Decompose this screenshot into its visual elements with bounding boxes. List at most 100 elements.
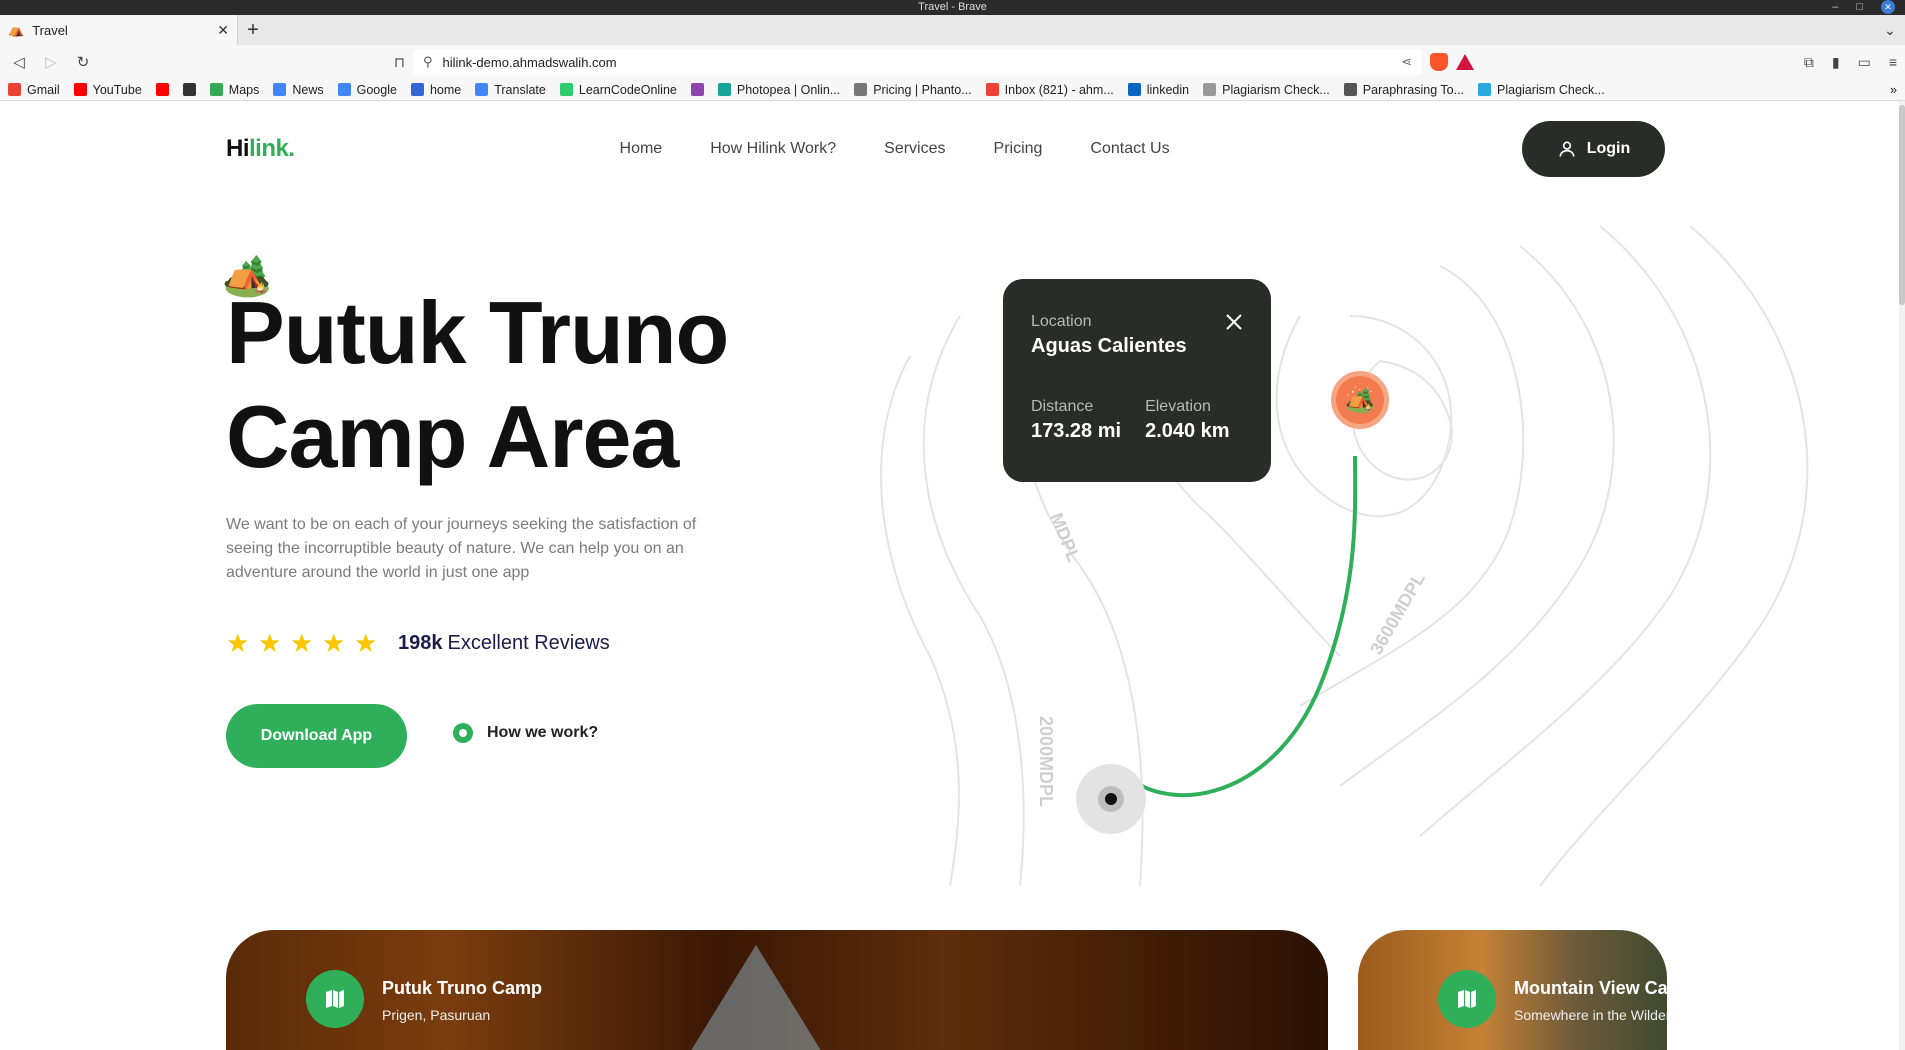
card-subtitle: Prigen, Pasuruan — [382, 1007, 491, 1023]
reload-icon[interactable]: ↻ — [72, 51, 94, 73]
bookmark-label: Inbox (821) - ahm... — [1004, 82, 1114, 97]
site-settings-icon[interactable]: ⚲ — [423, 54, 433, 70]
bookmark-item[interactable]: home — [410, 82, 462, 97]
location-label: Location — [1031, 313, 1092, 330]
close-icon[interactable] — [1225, 313, 1243, 331]
scrollbar-thumb[interactable] — [1899, 105, 1905, 305]
tab-list-chevron-icon[interactable]: ⌄ — [1875, 15, 1905, 45]
bookmark-favicon-icon — [337, 83, 351, 96]
tent-icon: 🏕️ — [1345, 386, 1375, 414]
tab-title: Travel — [32, 22, 68, 38]
bookmark-item[interactable]: Maps — [209, 82, 260, 97]
download-app-button[interactable]: Download App — [226, 704, 407, 768]
card-title: Putuk Truno Camp — [382, 978, 543, 998]
extensions-icon[interactable]: ⧉ — [1804, 54, 1814, 71]
brave-rewards-icon[interactable] — [1456, 54, 1474, 70]
sidebar-icon[interactable]: ▮ — [1832, 54, 1840, 71]
star-icon: ★ — [258, 628, 282, 658]
elevation-block: Elevation 2.040 km — [1145, 398, 1230, 443]
tab-close-icon[interactable]: ✕ — [217, 22, 229, 39]
os-titlebar: Travel - Brave – □ ✕ — [0, 0, 1905, 15]
window-title: Travel - Brave — [918, 1, 987, 13]
how-we-work-link[interactable]: How we work? — [453, 723, 598, 743]
bookmark-item[interactable]: YouTube — [73, 82, 142, 97]
rating-stars: ★ ★ ★ ★ ★ — [226, 628, 378, 658]
wallet-icon[interactable]: ▭ — [1858, 54, 1871, 71]
maximize-icon[interactable]: □ — [1856, 0, 1863, 15]
minimize-icon[interactable]: – — [1832, 0, 1838, 15]
logo[interactable]: Hilink. — [226, 135, 295, 163]
bookmark-label: Google — [356, 82, 397, 97]
card-subtitle: Somewhere in the Wilderness — [1514, 1007, 1667, 1023]
distance-label: Distance — [1031, 398, 1094, 415]
bookmark-favicon-icon — [854, 83, 868, 96]
rating-row: ★ ★ ★ ★ ★ 198k Excellent Reviews — [226, 628, 610, 658]
url-text: hilink-demo.ahmadswalih.com — [442, 54, 617, 70]
nav-pricing[interactable]: Pricing — [994, 140, 1043, 158]
bookmark-item[interactable]: Gmail — [8, 83, 60, 97]
bookmark-label: Gmail — [27, 82, 60, 97]
close-window-icon[interactable]: ✕ — [1881, 0, 1895, 14]
bookmark-page-icon[interactable]: ⊓ — [394, 54, 405, 71]
bookmark-favicon-icon — [1127, 83, 1141, 96]
browser-toolbar: ◁ ▷ ↻ ⊓ ⚲ hilink-demo.ahmadswalih.com ⋖ … — [0, 45, 1905, 79]
address-bar[interactable]: ⚲ hilink-demo.ahmadswalih.com ⋖ — [412, 49, 1422, 75]
bookmarks-bar: Gmail YouTube Maps News Google home Translate L… — [0, 79, 1905, 101]
bookmark-item[interactable]: linkedin — [1127, 82, 1190, 97]
brave-shields-icon[interactable] — [1430, 53, 1448, 71]
bookmark-item[interactable]: News — [273, 83, 324, 97]
bookmark-item[interactable]: Google — [337, 82, 397, 97]
camp-card-2[interactable]: Mountain View Camp Somewhere in the Wild… — [1358, 930, 1667, 1050]
bookmark-label: home — [429, 82, 462, 97]
bookmark-item[interactable] — [182, 83, 196, 96]
play-icon — [453, 723, 473, 743]
bookmark-label: Pricing | Phanto... — [873, 82, 972, 97]
share-icon[interactable]: ⋖ — [1401, 54, 1412, 70]
card-title: Mountain View Camp — [1514, 978, 1667, 998]
tab-travel[interactable]: ⛺ Travel ✕ — [0, 15, 238, 45]
hero-title-line-1: Putuk Truno — [226, 283, 729, 382]
bookmark-item[interactable]: Paraphrasing To... — [1343, 83, 1464, 97]
distance-value: 173.28 mi — [1031, 420, 1122, 442]
star-icon: ★ — [322, 628, 346, 658]
bookmark-item[interactable]: Translate — [475, 83, 546, 97]
bookmark-item[interactable] — [155, 83, 169, 96]
nav-services[interactable]: Services — [884, 140, 945, 158]
bookmark-item[interactable]: Plagiarism Check... — [1478, 83, 1605, 97]
bookmark-favicon-icon — [690, 83, 704, 96]
bookmark-item[interactable]: Inbox (821) - ahm... — [985, 82, 1114, 97]
nav-contact[interactable]: Contact Us — [1090, 140, 1169, 158]
bookmark-favicon-icon — [1343, 83, 1357, 96]
back-icon[interactable]: ◁ — [8, 51, 30, 73]
bookmark-item[interactable] — [690, 83, 704, 96]
bookmark-item[interactable]: LearnCodeOnline — [559, 83, 677, 97]
bookmarks-overflow-icon[interactable]: » — [1890, 83, 1897, 97]
bookmark-label: linkedin — [1146, 82, 1190, 97]
bookmark-item[interactable]: Pricing | Phanto... — [854, 82, 972, 97]
bookmark-label: Translate — [494, 82, 546, 97]
bookmark-favicon-icon — [273, 83, 287, 96]
bookmark-label: Maps — [228, 82, 260, 97]
camp-card-1[interactable]: Putuk Truno Camp Prigen, Pasuruan — [226, 930, 1328, 1050]
web-page: Hilink. Home How Hilink Work? Services P… — [0, 101, 1905, 1050]
login-button[interactable]: Login — [1522, 121, 1665, 177]
new-tab-button[interactable]: + — [238, 15, 268, 45]
camp-location-pin[interactable]: 🏕️ — [1331, 371, 1389, 429]
bookmark-favicon-icon — [410, 83, 424, 96]
bookmark-item[interactable]: Photopea | Onlin... — [717, 82, 841, 97]
review-count: 198k — [398, 631, 443, 654]
bookmark-label: YouTube — [92, 82, 142, 97]
map-icon — [306, 970, 364, 1028]
menu-icon[interactable]: ≡ — [1889, 54, 1897, 71]
map-icon — [1438, 970, 1496, 1028]
site-navbar: Hilink. Home How Hilink Work? Services P… — [226, 121, 1665, 177]
bookmark-favicon-icon — [717, 83, 731, 96]
nav-home[interactable]: Home — [620, 140, 663, 158]
contour-label-3600: 3600MDPL — [1366, 569, 1429, 658]
bookmark-favicon-icon — [73, 83, 87, 96]
forward-icon[interactable]: ▷ — [40, 51, 62, 73]
bookmark-item[interactable]: Plagiarism Check... — [1203, 83, 1330, 97]
nav-how-it-works[interactable]: How Hilink Work? — [710, 140, 836, 158]
bookmark-label: Photopea | Onlin... — [736, 82, 841, 97]
page-scrollbar[interactable] — [1899, 101, 1905, 1050]
